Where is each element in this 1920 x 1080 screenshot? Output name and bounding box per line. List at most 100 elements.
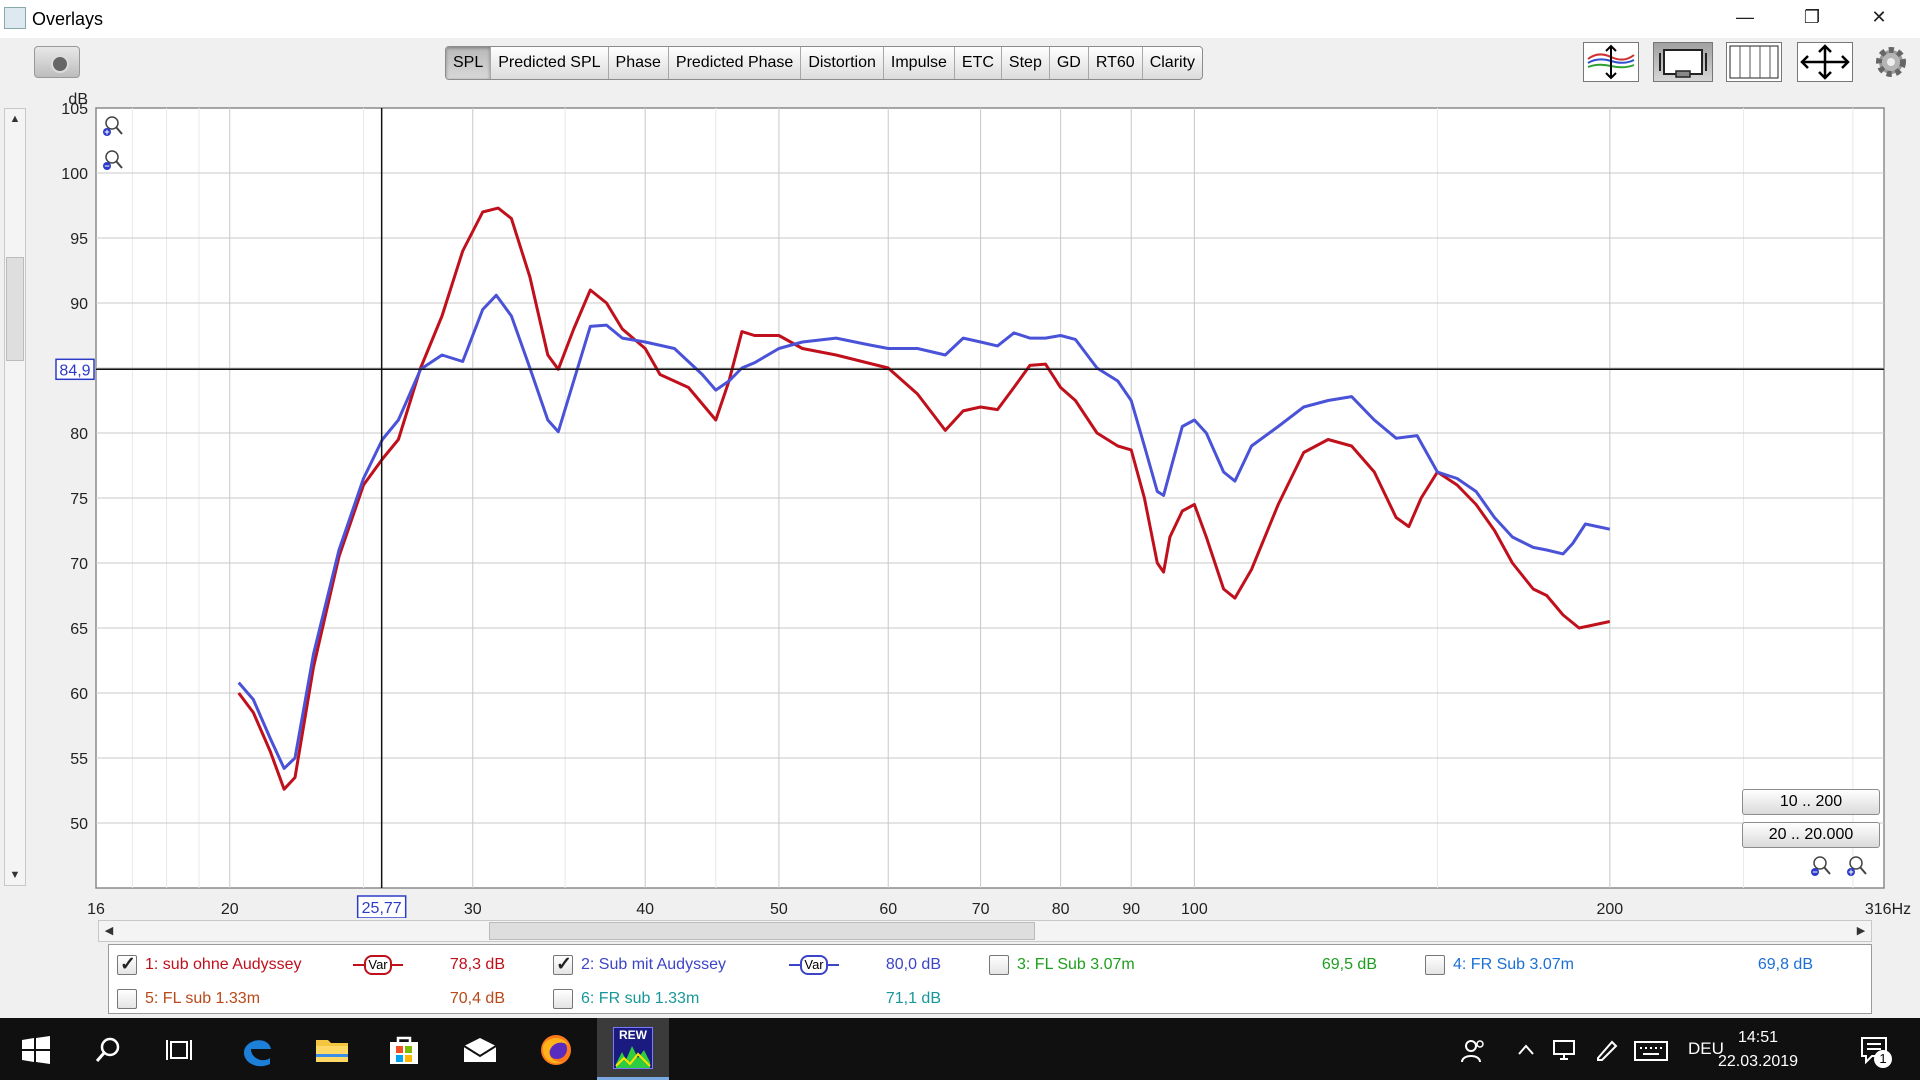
windows-taskbar: REW DEU 14:51 22.03.2019 1 (0, 1018, 1920, 1080)
camera-icon[interactable] (34, 46, 80, 78)
x-tick-label: 70 (972, 901, 990, 918)
svg-text:+: + (104, 127, 109, 137)
chevron-up-icon[interactable] (1516, 1040, 1536, 1066)
task-view-icon[interactable] (165, 1036, 195, 1064)
edge-icon[interactable] (240, 1033, 274, 1067)
x-tick-label: 30 (464, 901, 482, 918)
tab-clarity[interactable]: Clarity (1143, 47, 1202, 79)
legend-checkbox[interactable] (989, 955, 1009, 975)
y-tick-label: 90 (70, 296, 88, 313)
x-tick-label: 316Hz (1865, 901, 1911, 918)
y-axis-unit: dB (68, 91, 88, 108)
legend-checkbox[interactable] (117, 989, 137, 1009)
legend-name: 6: FR sub 1.33m (581, 990, 700, 1007)
close-button[interactable]: ✕ (1846, 0, 1912, 36)
range-20-20000-button[interactable]: 20 .. 20.000 (1742, 822, 1880, 848)
pen-icon[interactable] (1594, 1038, 1620, 1068)
gear-icon[interactable] (1873, 44, 1909, 80)
taskbar-clock[interactable]: 14:51 22.03.2019 (1710, 1026, 1806, 1074)
legend-checkbox[interactable] (553, 989, 573, 1009)
tab-rt60[interactable]: RT60 (1089, 47, 1143, 79)
x-tick-label: 20 (221, 901, 239, 918)
legend-item: 5: FL sub 1.33m 70,4 dB (117, 987, 547, 1011)
legend-var-label: Var (800, 955, 828, 975)
legend-var-label: Var (364, 955, 392, 975)
legend-item: 4: FR Sub 3.07m 69,8 dB (1425, 953, 1855, 977)
file-explorer-icon[interactable] (314, 1034, 350, 1064)
x-tick-label: 40 (636, 901, 654, 918)
columns-icon[interactable] (1726, 42, 1782, 82)
notification-center-icon[interactable]: 1 (1858, 1034, 1892, 1068)
tab-impulse[interactable]: Impulse (884, 47, 955, 79)
legend-value: 78,3 dB (449, 956, 505, 973)
legend-checkbox[interactable] (553, 953, 573, 977)
legend-value: 69,8 dB (1757, 956, 1813, 973)
traces-icon[interactable] (1583, 42, 1639, 82)
tab-predicted-spl[interactable]: Predicted SPL (491, 47, 609, 79)
scroll-right-icon[interactable]: ▶ (1851, 921, 1871, 941)
x-tick-label: 50 (770, 901, 788, 918)
java-app-icon (4, 7, 26, 29)
y-tick-label: 100 (61, 166, 88, 183)
store-icon[interactable] (387, 1032, 421, 1066)
legend-item: 1: sub ohne Audyssey Var 78,3 dB (117, 953, 547, 977)
search-icon[interactable] (94, 1036, 122, 1064)
minimize-button[interactable]: — (1712, 0, 1778, 36)
y-tick-label: 65 (70, 621, 88, 638)
y-tick-label: 60 (70, 686, 88, 703)
legend-var-button[interactable]: Var (789, 953, 839, 977)
legend-name: 5: FL sub 1.33m (145, 990, 261, 1007)
tab-step[interactable]: Step (1002, 47, 1050, 79)
range-10-200-button[interactable]: 10 .. 200 (1742, 789, 1880, 815)
y-tick-label: 80 (70, 426, 88, 443)
tab-predicted-phase[interactable]: Predicted Phase (669, 47, 802, 79)
legend-checkbox[interactable] (1425, 955, 1445, 975)
y-tick-label: 95 (70, 231, 88, 248)
tab-distortion[interactable]: Distortion (801, 47, 884, 79)
y-tick-label: 55 (70, 751, 88, 768)
cursor-x-label: 25,77 (362, 900, 402, 917)
y-tick-label: 50 (70, 816, 88, 833)
network-icon[interactable] (1550, 1038, 1578, 1068)
y-tick-label: 70 (70, 556, 88, 573)
rew-badge: REW (619, 1028, 647, 1042)
legend-name: 2: Sub mit Audyssey (581, 956, 726, 973)
clock-date: 22.03.2019 (1717, 1053, 1799, 1070)
people-icon[interactable] (1460, 1038, 1486, 1070)
svg-text:−: − (1812, 867, 1817, 877)
maximize-button[interactable]: ❐ (1779, 0, 1845, 36)
x-tick-label: 80 (1052, 901, 1070, 918)
tab-spl[interactable]: SPL (446, 47, 492, 79)
x-tick-label: 200 (1596, 901, 1623, 918)
rew-app-icon[interactable]: REW (613, 1027, 653, 1069)
cursor-y-label: 84,9 (59, 362, 90, 379)
legend-checkbox[interactable] (117, 953, 137, 977)
tab-gd[interactable]: GD (1050, 47, 1089, 79)
y-tick-label: 75 (70, 491, 88, 508)
legend-value: 71,1 dB (885, 990, 941, 1007)
firefox-icon[interactable] (538, 1032, 574, 1068)
legend-name: 4: FR Sub 3.07m (1453, 956, 1574, 973)
tab-phase[interactable]: Phase (609, 47, 669, 79)
move-arrows-icon[interactable] (1797, 42, 1853, 82)
x-tick-label: 16 (87, 901, 105, 918)
clock-time: 14:51 (1737, 1029, 1779, 1046)
keyboard-icon[interactable] (1634, 1040, 1668, 1068)
tab-etc[interactable]: ETC (955, 47, 1002, 79)
horizontal-scrollbar[interactable]: ◀ ▶ (98, 920, 1872, 942)
legend-name: 1: sub ohne Audyssey (145, 956, 302, 973)
graph-type-tabs: SPL Predicted SPL Phase Predicted Phase Dist… (445, 46, 1204, 80)
horizontal-scroll-thumb[interactable] (489, 922, 1035, 940)
mail-icon[interactable] (462, 1036, 498, 1064)
spl-graph[interactable]: 10510095908580757065605550dB162030405060… (0, 86, 1920, 918)
legend-value: 69,5 dB (1321, 956, 1377, 973)
windows-start-icon[interactable] (22, 1036, 50, 1064)
legend-name: 3: FL Sub 3.07m (1017, 956, 1135, 973)
legend-value: 80,0 dB (885, 956, 941, 973)
graph-view-icon[interactable] (1653, 42, 1713, 82)
legend-item: 3: FL Sub 3.07m 69,5 dB (989, 953, 1419, 977)
scroll-left-icon[interactable]: ◀ (99, 921, 119, 941)
legend-var-button[interactable]: Var (353, 953, 403, 977)
measurement-legend: 1: sub ohne Audyssey Var 78,3 dB 2: Sub mit… (108, 944, 1872, 1014)
title-bar: Overlays — ❐ ✕ (0, 0, 1920, 38)
